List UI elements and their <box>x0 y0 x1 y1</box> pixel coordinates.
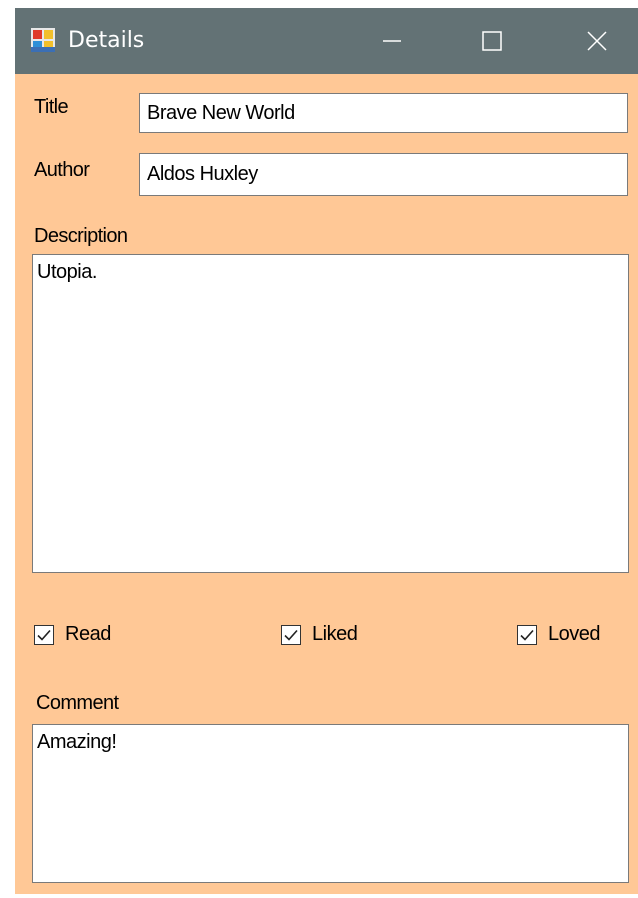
comment-label: Comment <box>36 692 119 714</box>
read-checkbox-box[interactable] <box>34 624 54 645</box>
comment-textarea[interactable]: Amazing! <box>32 724 629 883</box>
liked-checkbox[interactable]: Liked <box>281 623 358 646</box>
liked-checkbox-label: Liked <box>312 623 358 645</box>
title-bar[interactable]: Details <box>15 8 638 74</box>
title-label: Title <box>34 96 69 118</box>
checkmark-icon <box>37 629 51 641</box>
author-input[interactable] <box>139 153 628 196</box>
window-title: Details <box>68 28 145 53</box>
app-icon <box>31 28 55 52</box>
checkmark-icon <box>284 629 298 641</box>
loved-checkbox[interactable]: Loved <box>517 623 601 646</box>
checkmark-icon <box>520 629 534 641</box>
description-textarea[interactable]: Utopia. <box>32 254 629 573</box>
read-checkbox[interactable]: Read <box>34 623 111 646</box>
liked-checkbox-box[interactable] <box>281 624 301 645</box>
loved-checkbox-box[interactable] <box>517 624 537 645</box>
loved-checkbox-label: Loved <box>548 623 601 645</box>
details-window: Details Title Author Description Utopia. <box>15 8 638 894</box>
maximize-button[interactable] <box>457 8 527 74</box>
maximize-icon <box>482 31 502 51</box>
title-input[interactable] <box>139 93 628 133</box>
description-label: Description <box>34 225 128 247</box>
minimize-button[interactable] <box>357 8 427 74</box>
close-icon <box>587 31 607 51</box>
read-checkbox-label: Read <box>65 623 111 645</box>
close-button[interactable] <box>562 8 632 74</box>
minimize-icon <box>383 40 401 42</box>
author-label: Author <box>34 159 90 181</box>
